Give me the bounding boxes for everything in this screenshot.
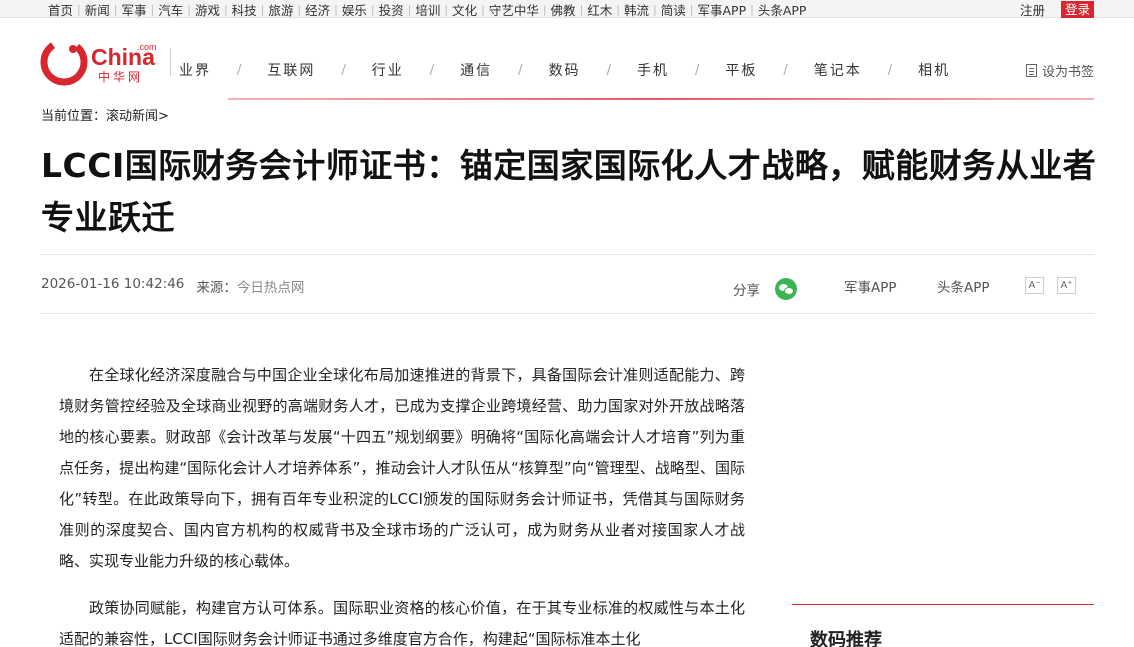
top-bar: 首页 | 新闻 | 军事 | 汽车 | 游戏 | 科技 | 旅游 | 经济 | 娱乐 | 投资 | 培训 | 文化 | 守艺中华… — [0, 0, 1134, 18]
main-nav-item[interactable]: 平板 — [725, 60, 757, 80]
publish-time: 2026-01-16 10:42:46 — [41, 276, 185, 292]
bookmark-icon — [1025, 64, 1037, 77]
article-title: LCCI国际财务会计师证书：锚定国家国际化人才战略，赋能财务从业者专业跃迁 — [41, 146, 1097, 237]
top-nav-item[interactable]: 游戏 — [191, 0, 224, 19]
top-nav-item[interactable]: 简读 — [657, 0, 690, 19]
article-meta: 2026-01-16 10:42:46 来源：今日热点网 — [41, 276, 304, 296]
nav-separator: / — [694, 62, 700, 78]
article-paragraph: 在全球化经济深度融合与中国企业全球化布局加速推进的背景下，具备国际会计准则适配能… — [59, 366, 745, 570]
login-button[interactable]: 登录 — [1060, 0, 1094, 18]
top-nav-item[interactable]: 头条APP — [754, 0, 811, 19]
toutiao-app-link[interactable]: 头条APP — [937, 276, 990, 296]
top-nav-item[interactable]: 韩流 — [620, 0, 653, 19]
main-nav-item[interactable]: 数码 — [549, 60, 581, 80]
breadcrumb-suffix: > — [158, 109, 169, 124]
article-paragraph: 政策协同赋能，构建官方认可体系。国际职业资格的核心价值，在于其专业标准的权威性与… — [59, 599, 745, 647]
top-nav-item[interactable]: 红木 — [583, 0, 616, 19]
source-name: 今日热点网 — [236, 280, 305, 296]
svg-text:中华网: 中华网 — [98, 69, 143, 84]
nav-separator: / — [429, 62, 435, 78]
nav-separator: / — [518, 62, 523, 78]
bookmark-button[interactable]: 设为书签 — [1025, 61, 1094, 80]
main-nav-item[interactable]: 笔记本 — [814, 60, 862, 80]
top-nav-item[interactable]: 培训 — [411, 0, 444, 19]
top-nav: 首页 | 新闻 | 军事 | 汽车 | 游戏 | 科技 | 旅游 | 经济 | 娱乐 | 投资 | 培训 | 文化 | 守艺中华… — [44, 0, 810, 18]
share-label: 分享 — [733, 283, 760, 299]
nav-separator: / — [341, 62, 346, 78]
top-nav-item[interactable]: 军事 — [117, 0, 150, 19]
main-nav-item[interactable]: 通信 — [460, 60, 492, 80]
bookmark-label: 设为书签 — [1041, 65, 1094, 80]
main-nav-item[interactable]: 业界 — [179, 60, 211, 80]
side-panel-accent — [792, 604, 1094, 605]
main-nav: 业界 / 互联网 / 行业 / 通信 / 数码 / 手机 / 平板 / 笔记本 / 相机 — [179, 60, 950, 80]
header-accent-line — [228, 98, 1094, 100]
font-increase-button[interactable]: A⁺ — [1057, 277, 1076, 294]
top-nav-item[interactable]: 汽车 — [154, 0, 187, 19]
top-nav-item[interactable]: 佛教 — [547, 0, 580, 19]
top-nav-item[interactable]: 娱乐 — [338, 0, 371, 19]
register-link[interactable]: 注册 — [1020, 0, 1045, 19]
top-nav-item[interactable]: 旅游 — [264, 0, 297, 19]
logo-divider — [170, 48, 171, 76]
nav-separator: / — [783, 62, 788, 78]
main-nav-item[interactable]: 行业 — [372, 60, 404, 80]
auth-area: 注册 登录 — [1020, 0, 1094, 18]
svg-text:.com: .com — [137, 42, 157, 52]
top-nav-item[interactable]: 投资 — [375, 0, 408, 19]
article-body: 在全球化经济深度融合与中国企业全球化布局加速推进的背景下，具备国际会计准则适配能… — [59, 360, 745, 647]
top-nav-item[interactable]: 军事APP — [693, 0, 750, 19]
share-area: 分享 — [733, 278, 797, 300]
wechat-icon[interactable] — [775, 278, 797, 300]
nav-separator: / — [606, 62, 611, 78]
font-decrease-button[interactable]: A⁻ — [1025, 277, 1044, 294]
top-nav-item[interactable]: 守艺中华 — [485, 0, 543, 19]
breadcrumb-link[interactable]: 滚动新闻 — [106, 109, 158, 124]
meta-divider — [41, 313, 1094, 314]
china-com-logo[interactable]: China .com 中华网 — [40, 38, 162, 86]
side-panel-title: 数码推荐 — [810, 630, 882, 647]
nav-separator: / — [887, 62, 893, 78]
breadcrumb: 当前位置：滚动新闻> — [41, 105, 169, 124]
main-nav-item[interactable]: 相机 — [918, 60, 950, 80]
main-nav-item[interactable]: 手机 — [637, 60, 669, 80]
nav-separator: / — [237, 62, 242, 78]
top-nav-item[interactable]: 科技 — [228, 0, 261, 19]
title-divider — [41, 254, 1094, 255]
top-nav-item[interactable]: 新闻 — [81, 0, 114, 19]
military-app-link[interactable]: 军事APP — [844, 276, 897, 296]
breadcrumb-prefix: 当前位置： — [41, 109, 107, 124]
top-nav-item[interactable]: 经济 — [301, 0, 334, 19]
top-nav-item[interactable]: 文化 — [448, 0, 481, 19]
source-label: 来源： — [196, 280, 237, 296]
top-nav-item[interactable]: 首页 — [44, 0, 77, 19]
main-nav-item[interactable]: 互联网 — [267, 60, 315, 80]
site-header: China .com 中华网 业界 / 互联网 / 行业 / 通信 / 数码 / 手机 / 平板 / 笔记本… — [0, 24, 1134, 100]
